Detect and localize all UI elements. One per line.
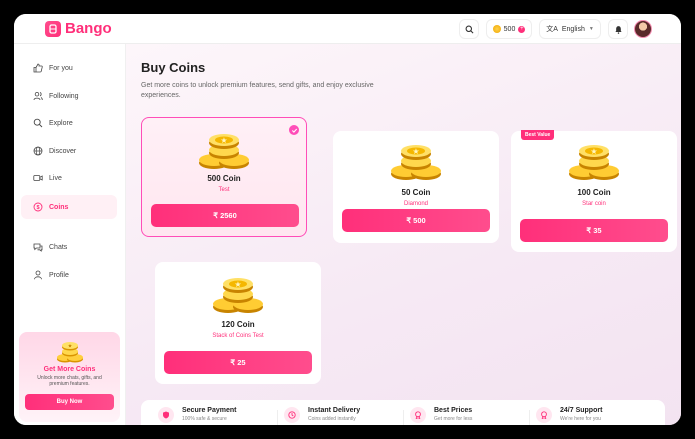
package-title: 120 Coin	[221, 320, 255, 329]
app-window: Bango 500 + 文A English ▼ For you Followi…	[14, 14, 681, 425]
sidebar-item-label: For you	[49, 64, 73, 72]
buy-package-button[interactable]: ₹ 35	[520, 219, 668, 242]
sidebar-item-coins[interactable]: $ Coins	[21, 195, 117, 219]
sidebar-item-following[interactable]: Following	[21, 84, 117, 108]
chevron-down-icon: ▼	[588, 26, 594, 32]
logo-icon	[45, 20, 61, 37]
sidebar-item-live[interactable]: Live	[21, 166, 117, 190]
search-button[interactable]	[459, 19, 479, 39]
buy-now-button[interactable]: Buy Now	[25, 394, 114, 410]
language-value: English	[561, 25, 585, 33]
coin-stack-icon: ★	[199, 134, 249, 169]
package-title: 100 Coin	[577, 188, 611, 197]
feature-subtitle: We're here for you	[560, 416, 601, 422]
badge-icon	[410, 407, 426, 423]
app-name: Bango	[65, 20, 112, 37]
features-strip: Secure Payment 100% safe & secure Instan…	[141, 400, 665, 425]
coin-package-card[interactable]: ★ 50 Coin Diamond ₹ 500	[333, 131, 499, 243]
svg-text:★: ★	[234, 280, 241, 289]
divider	[529, 410, 530, 425]
chat-icon	[33, 243, 43, 252]
svg-text:★: ★	[220, 136, 227, 145]
feature-title: 24/7 Support	[560, 407, 603, 414]
feature-support: 24/7 Support We're here for you	[536, 407, 602, 425]
sidebar-item-for-you[interactable]: For you	[21, 56, 117, 80]
sidebar-item-chats[interactable]: Chats	[21, 235, 117, 259]
coin-icon	[492, 25, 501, 33]
translate-icon: 文A	[546, 26, 558, 33]
top-bar: Bango 500 + 文A English ▼	[14, 14, 681, 44]
sidebar-item-explore[interactable]: Explore	[21, 111, 117, 135]
medal-icon	[536, 407, 552, 423]
bell-icon	[614, 25, 622, 34]
sidebar-item-label: Explore	[49, 119, 73, 127]
coin-package-card[interactable]: ★ 500 Coin Test ₹ 2560	[141, 117, 307, 237]
language-selector[interactable]: 文A English ▼	[539, 19, 601, 39]
package-subtitle: Star coin	[582, 201, 606, 207]
search-icon	[465, 25, 473, 33]
svg-text:★: ★	[68, 344, 73, 350]
add-coins-icon[interactable]: +	[518, 25, 526, 33]
coin-package-card[interactable]: Best Value ★ 100 Coin Star coin ₹ 35	[511, 130, 677, 252]
package-subtitle: Diamond	[403, 201, 428, 207]
promo-card: ★ Get More Coins Unlock more chats, gift…	[19, 332, 120, 422]
shield-icon	[158, 407, 174, 423]
feature-title: Secure Payment	[182, 407, 237, 414]
sidebar-item-profile[interactable]: Profile	[21, 263, 117, 287]
app-logo[interactable]: Bango	[45, 20, 112, 37]
feature-subtitle: Coins added instantly	[308, 416, 356, 422]
user-icon	[34, 270, 42, 280]
coin-stack-icon: ★	[57, 342, 83, 363]
feature-instant-delivery: Instant Delivery Coins added instantly	[284, 407, 360, 425]
package-subtitle: Test	[218, 187, 230, 193]
avatar[interactable]	[634, 20, 652, 38]
sidebar-item-label: Following	[49, 92, 79, 100]
sidebar-item-label: Discover	[49, 147, 77, 155]
feature-title: Instant Delivery	[308, 407, 361, 414]
globe-icon	[33, 146, 43, 156]
sidebar: For you Following Explore Discover Live …	[14, 44, 126, 425]
main-content: Buy Coins Get more coins to unlock premi…	[126, 44, 681, 425]
clock-icon	[284, 407, 300, 423]
sidebar-item-label: Chats	[49, 243, 68, 251]
package-title: 50 Coin	[401, 188, 431, 197]
sidebar-item-label: Profile	[49, 271, 69, 279]
thumbs-up-icon	[33, 63, 43, 73]
sidebar-item-label: Live	[49, 174, 62, 182]
buy-package-button[interactable]: ₹ 500	[342, 209, 490, 232]
search-icon	[33, 118, 43, 128]
coin-icon: $	[33, 202, 43, 212]
selected-check-icon	[289, 125, 299, 135]
best-value-badge: Best Value	[521, 130, 555, 140]
coin-stack-icon: ★	[569, 145, 619, 180]
coin-stack-icon: ★	[391, 145, 441, 180]
feature-title: Best Prices	[434, 407, 473, 414]
coin-balance-value: 500	[503, 25, 516, 33]
sidebar-item-discover[interactable]: Discover	[21, 139, 117, 163]
sidebar-item-label: Coins	[49, 203, 69, 211]
svg-text:★: ★	[590, 147, 597, 156]
coin-stack-icon: ★	[213, 278, 263, 313]
feature-best-prices: Best Prices Get more for less	[410, 407, 472, 425]
page-title: Buy Coins	[141, 60, 206, 75]
promo-subtitle: Unlock more chats, gifts, and premium fe…	[37, 375, 102, 387]
buy-package-button[interactable]: ₹ 25	[164, 351, 312, 374]
feature-secure-payment: Secure Payment 100% safe & secure	[158, 407, 236, 425]
buy-package-button[interactable]: ₹ 2560	[151, 204, 299, 227]
coin-package-card[interactable]: ★ 120 Coin Stack of Coins Test ₹ 25	[155, 262, 321, 384]
divider	[277, 410, 278, 425]
users-icon	[33, 92, 43, 101]
notifications-button[interactable]	[608, 19, 628, 39]
promo-title: Get More Coins	[43, 366, 96, 373]
feature-subtitle: Get more for less	[434, 416, 473, 422]
svg-text:★: ★	[412, 147, 419, 156]
divider	[403, 410, 404, 425]
package-subtitle: Stack of Coins Test	[212, 333, 264, 339]
page-subtitle: Get more coins to unlock premium feature…	[141, 82, 374, 99]
feature-subtitle: 100% safe & secure	[182, 416, 227, 422]
package-title: 500 Coin	[207, 174, 241, 183]
svg-text:$: $	[36, 205, 39, 211]
video-icon	[33, 175, 43, 181]
coin-balance-chip[interactable]: 500 +	[486, 19, 532, 39]
